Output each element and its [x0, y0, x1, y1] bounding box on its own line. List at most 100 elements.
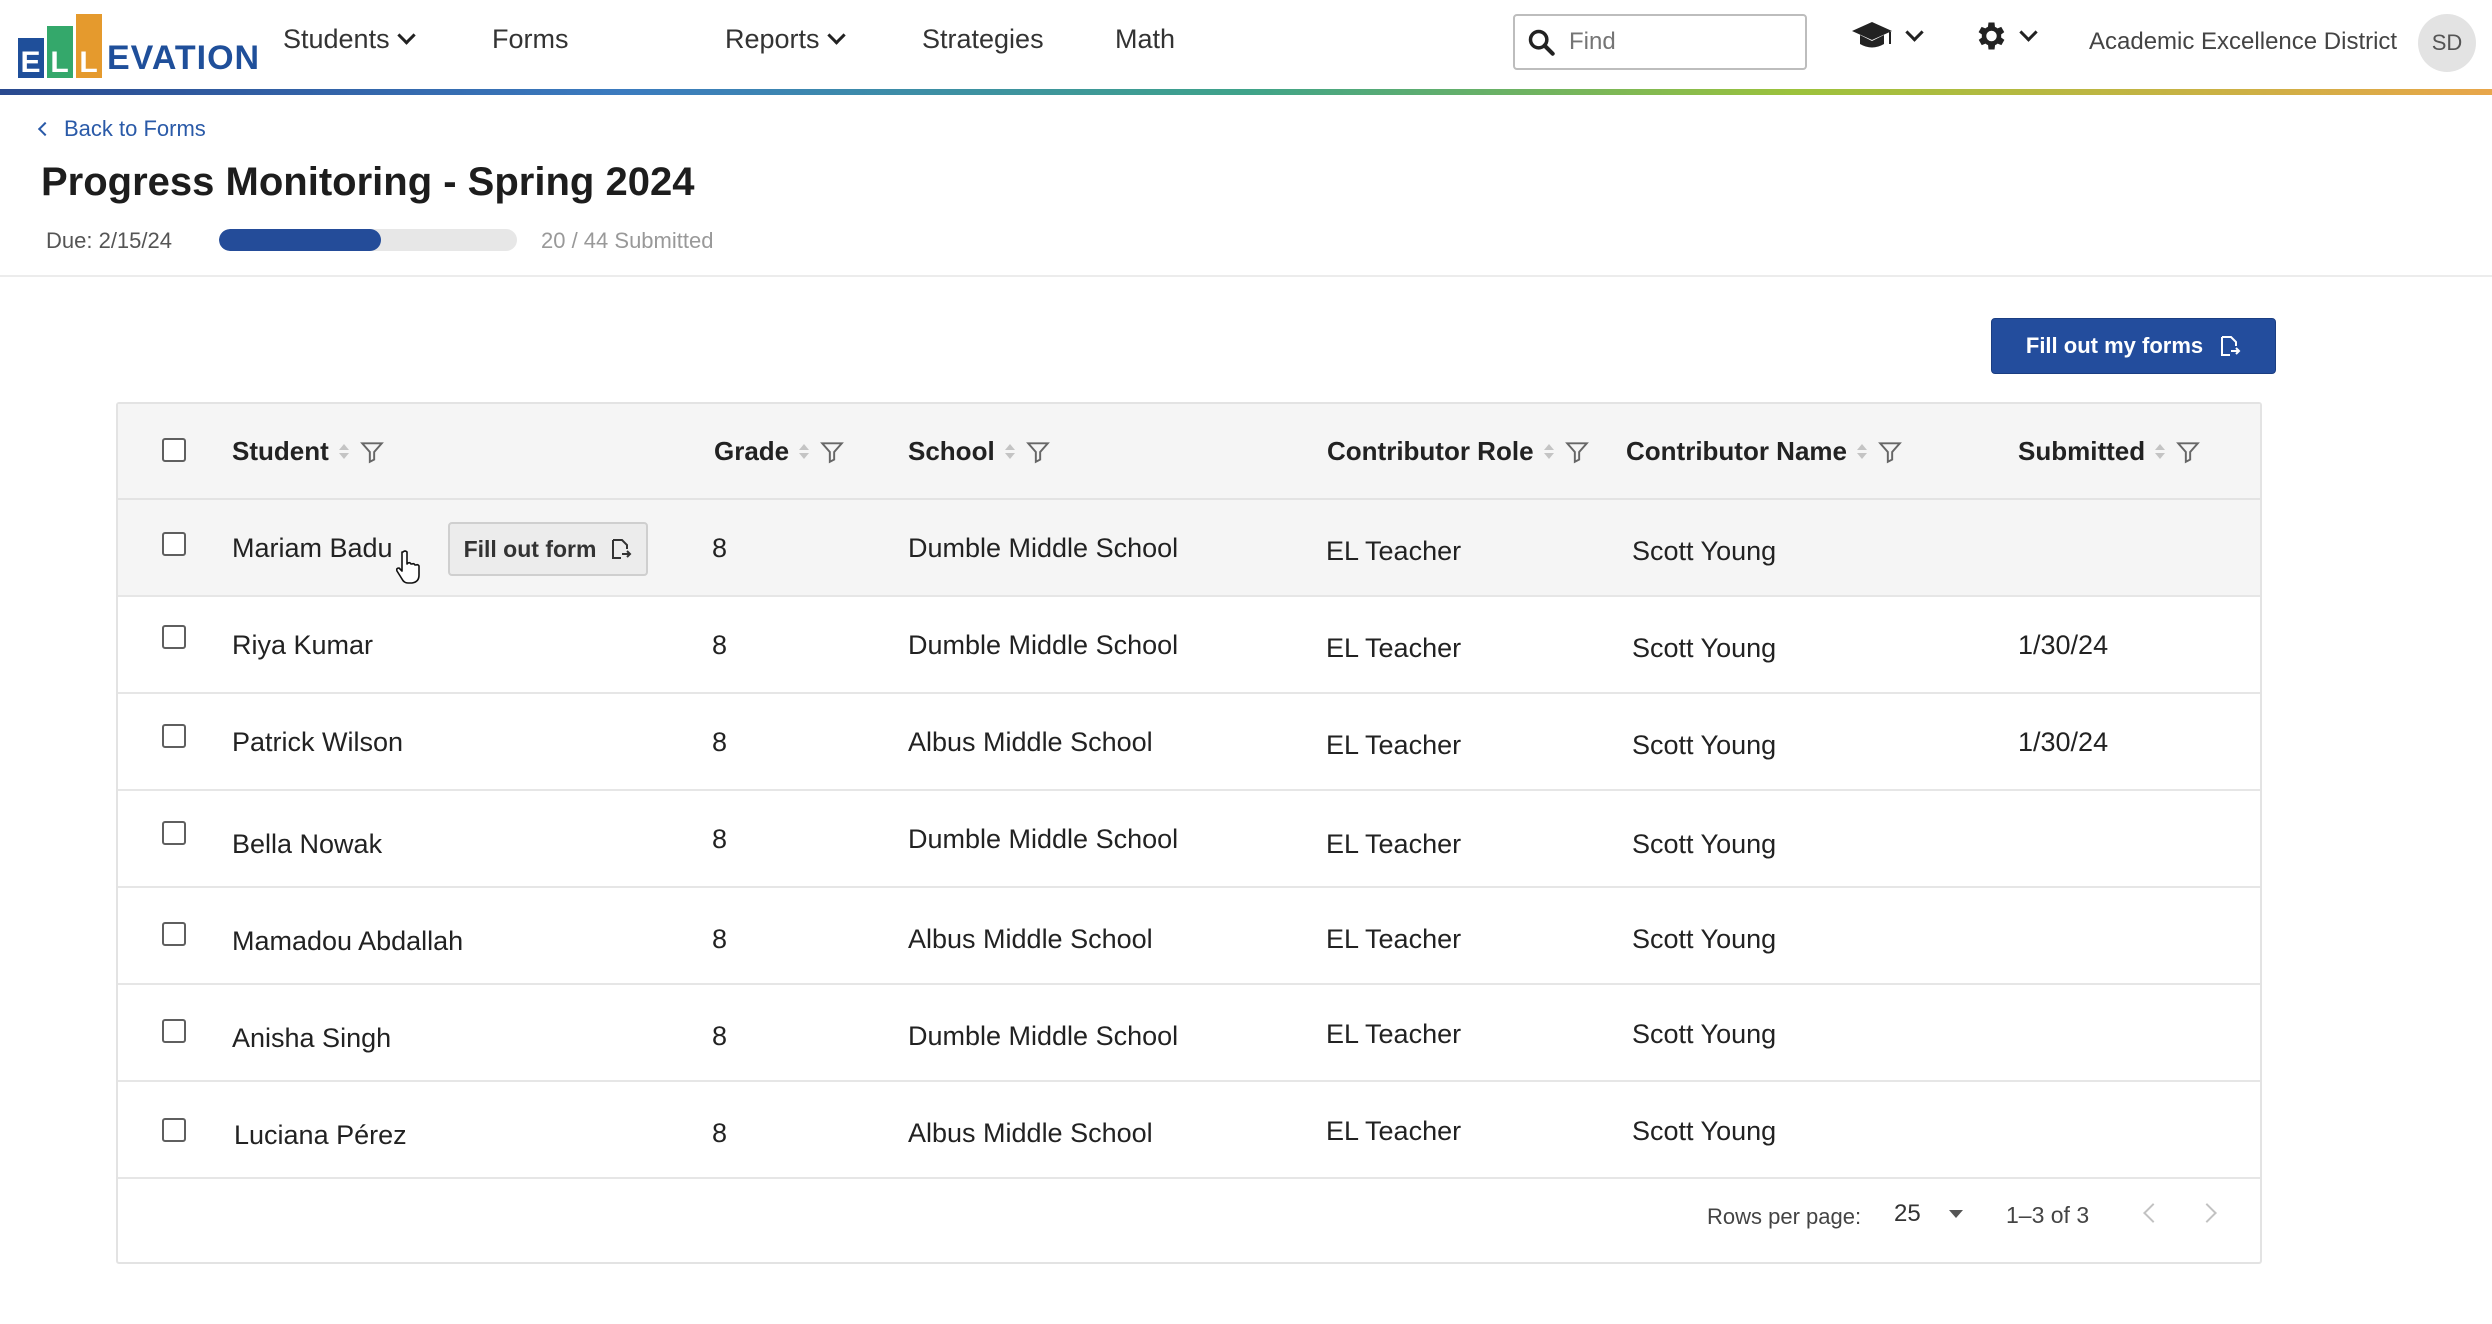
contributor-role: EL Teacher: [1326, 1116, 1462, 1146]
due-date: Due: 2/15/24: [46, 228, 172, 253]
student-name[interactable]: Anisha Singh: [232, 1023, 391, 1054]
column-label: Submitted: [2018, 436, 2146, 466]
pagination-range: 1–3 of 3: [2006, 1202, 2090, 1228]
school: Dumble Middle School: [908, 824, 1179, 854]
search-input[interactable]: [1569, 28, 1789, 56]
chevron-down-icon: [1905, 22, 1924, 42]
student-name[interactable]: Patrick Wilson: [232, 727, 403, 758]
district-name[interactable]: Academic Excellence District: [2089, 28, 2397, 56]
sort-icon[interactable]: [1543, 444, 1554, 459]
fill-out-my-forms-label: Fill out my forms: [2025, 333, 2204, 358]
row-checkbox[interactable]: [162, 1118, 186, 1142]
search-box[interactable]: [1513, 14, 1807, 70]
column-header-submitted[interactable]: Submitted: [2018, 436, 2201, 467]
filter-icon[interactable]: [1877, 438, 1903, 466]
sort-icon[interactable]: [1004, 444, 1015, 459]
row-checkbox[interactable]: [162, 922, 186, 946]
column-header-school[interactable]: School: [908, 436, 1051, 467]
school: Albus Middle School: [908, 1118, 1153, 1148]
hand-cursor-icon: [395, 550, 420, 584]
grade: 8: [712, 727, 728, 757]
grade: 8: [712, 824, 728, 854]
column-header-student[interactable]: Student: [232, 436, 385, 467]
table-row[interactable]: Riya Kumar 8 Dumble Middle School EL Tea…: [118, 597, 2260, 694]
table-row[interactable]: Bella Nowak 8 Dumble Middle School EL Te…: [118, 791, 2260, 888]
row-checkbox[interactable]: [162, 532, 186, 556]
column-header-grade[interactable]: Grade: [714, 436, 845, 467]
chevron-left-icon: [37, 121, 53, 137]
graduation-cap-icon: [1852, 22, 1892, 48]
grade: 8: [712, 1021, 728, 1051]
table-row[interactable]: Mariam Badu Fill out form 8 Dumble Middl…: [118, 500, 2260, 597]
table-row[interactable]: Patrick Wilson 8 Albus Middle School EL …: [118, 694, 2260, 791]
column-header-contributor-name[interactable]: Contributor Name: [1626, 436, 1903, 467]
settings-menu-button[interactable]: [1972, 18, 2038, 54]
nav-reports[interactable]: Reports: [725, 24, 846, 55]
row-checkbox[interactable]: [162, 821, 186, 845]
submitted-date: 1/30/24: [2018, 630, 2109, 660]
divider: [0, 275, 2492, 277]
sort-icon[interactable]: [338, 444, 349, 459]
column-label: School: [908, 436, 995, 466]
nav-forms[interactable]: Forms: [492, 24, 569, 55]
fill-out-my-forms-button[interactable]: Fill out my forms: [1991, 318, 2276, 374]
row-checkbox[interactable]: [162, 724, 186, 748]
sort-icon[interactable]: [2155, 444, 2166, 459]
rows-per-page-value: 25: [1894, 1200, 1921, 1227]
nav-strategies-label: Strategies: [922, 24, 1044, 54]
form-export-icon: [612, 539, 632, 559]
school: Albus Middle School: [908, 924, 1153, 954]
contributor-name: Scott Young: [1632, 1019, 1777, 1049]
table-row[interactable]: Anisha Singh 8 Dumble Middle School EL T…: [118, 985, 2260, 1082]
submitted-count: 20 / 44 Submitted: [541, 228, 714, 253]
nav-reports-label: Reports: [725, 24, 820, 54]
grade: 8: [712, 1118, 728, 1148]
student-name[interactable]: Mamadou Abdallah: [232, 926, 463, 957]
ellevation-logo[interactable]: E L L EVATION: [18, 12, 260, 78]
graduation-menu-button[interactable]: [1850, 18, 1924, 54]
nav-strategies[interactable]: Strategies: [922, 24, 1044, 55]
contributor-name: Scott Young: [1632, 633, 1777, 663]
sort-icon[interactable]: [799, 444, 810, 459]
rows-per-page-select[interactable]: 25: [1894, 1200, 1984, 1228]
nav-students-label: Students: [283, 24, 390, 54]
filter-icon[interactable]: [359, 438, 385, 466]
student-name[interactable]: Luciana Pérez: [234, 1120, 407, 1151]
back-link-label: Back to Forms: [64, 116, 206, 141]
next-page-icon[interactable]: [2197, 1203, 2217, 1223]
student-name[interactable]: Mariam Badu: [232, 533, 393, 564]
grade: 8: [712, 533, 728, 563]
logo-wordmark: EVATION: [107, 39, 261, 77]
filter-icon[interactable]: [2175, 438, 2201, 466]
table-row[interactable]: Mamadou Abdallah 8 Albus Middle School E…: [118, 888, 2260, 985]
contributor-name: Scott Young: [1632, 1116, 1777, 1146]
nav-math[interactable]: Math: [1115, 24, 1175, 55]
previous-page-icon[interactable]: [2143, 1203, 2163, 1223]
fill-out-form-button[interactable]: Fill out form: [448, 522, 648, 576]
nav-students[interactable]: Students: [283, 24, 416, 55]
column-label: Student: [232, 436, 329, 466]
avatar[interactable]: SD: [2418, 14, 2476, 72]
sort-icon[interactable]: [1857, 444, 1867, 459]
column-header-contributor-role[interactable]: Contributor Role: [1327, 436, 1590, 467]
filter-icon[interactable]: [1564, 438, 1590, 466]
contributor-role: EL Teacher: [1326, 536, 1462, 566]
contributor-role: EL Teacher: [1326, 633, 1462, 663]
row-checkbox[interactable]: [162, 1019, 186, 1043]
student-name[interactable]: Bella Nowak: [232, 829, 382, 860]
form-export-icon: [2221, 336, 2241, 356]
nav-forms-label: Forms: [492, 24, 569, 54]
table-row[interactable]: Luciana Pérez 8 Albus Middle School EL T…: [118, 1082, 2260, 1179]
student-name[interactable]: Riya Kumar: [232, 630, 373, 661]
back-to-forms-link[interactable]: Back to Forms: [37, 116, 206, 142]
school: Dumble Middle School: [908, 533, 1179, 563]
filter-icon[interactable]: [1025, 438, 1051, 466]
chevron-down-icon: [826, 26, 846, 45]
column-label: Contributor Role: [1327, 436, 1534, 466]
grade: 8: [712, 924, 728, 954]
filter-icon[interactable]: [819, 438, 845, 466]
row-checkbox[interactable]: [162, 625, 186, 649]
logo-letter-l2: L: [76, 14, 102, 78]
select-all-checkbox[interactable]: [162, 438, 186, 462]
school: Dumble Middle School: [908, 630, 1179, 660]
